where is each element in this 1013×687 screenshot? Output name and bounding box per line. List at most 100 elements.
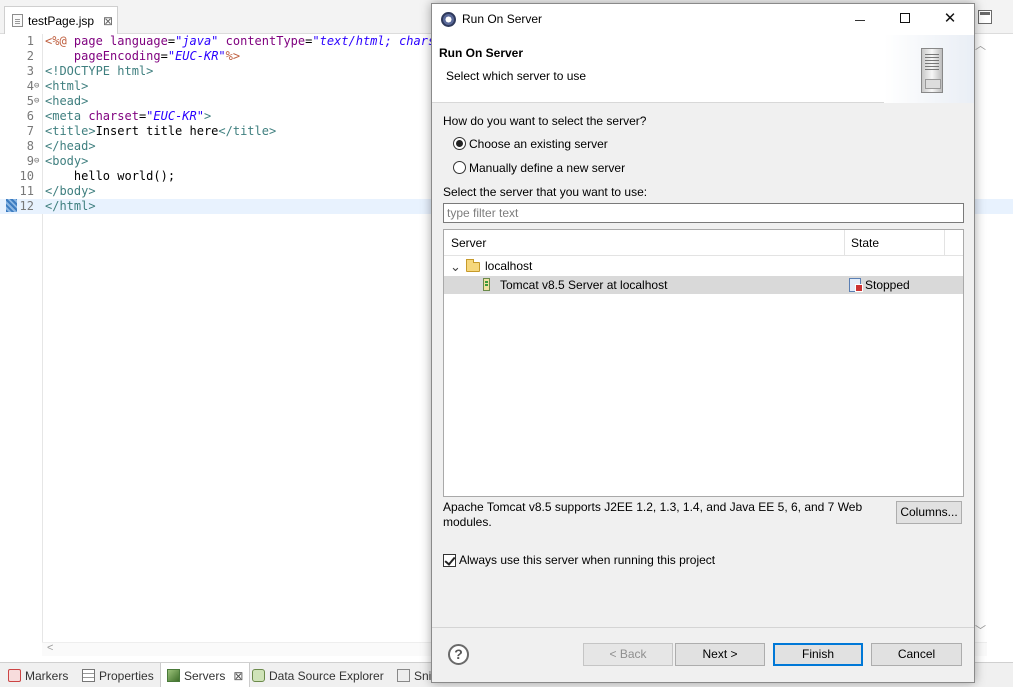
- eclipse-app-icon: [441, 12, 456, 27]
- tab-data-source-label: Data Source Explorer: [269, 668, 384, 683]
- markers-icon: [8, 669, 21, 682]
- tab-properties-label: Properties: [99, 668, 154, 683]
- code-token: </body>: [45, 184, 96, 198]
- fold-toggle-icon[interactable]: ⊖: [34, 154, 42, 169]
- current-line-marker-icon: [6, 199, 17, 212]
- fold-toggle-icon[interactable]: ⊖: [34, 94, 42, 109]
- database-icon: [252, 669, 265, 682]
- next-button[interactable]: Next >: [675, 643, 765, 666]
- tree-group-localhost[interactable]: ⌄ localhost: [444, 258, 963, 276]
- editor-tab-testpage[interactable]: testPage.jsp ⊠: [4, 6, 118, 34]
- chevron-down-icon[interactable]: ⌄: [450, 259, 461, 275]
- maximize-icon[interactable]: [978, 10, 992, 24]
- code-text: hello world();: [45, 169, 175, 184]
- tab-data-source-explorer[interactable]: Data Source Explorer: [252, 663, 384, 687]
- code-token: page: [73, 34, 111, 48]
- scroll-up-icon[interactable]: ︿: [975, 37, 986, 53]
- column-state-header[interactable]: State: [851, 236, 879, 250]
- code-token: <%@: [45, 34, 74, 48]
- server-table[interactable]: Server State ⌄ localhost Tomcat v8.5 Ser…: [443, 229, 964, 497]
- code-text: <html>: [45, 79, 88, 94]
- snippets-icon: [397, 669, 410, 682]
- code-token: </html>: [45, 199, 96, 213]
- scroll-down-icon[interactable]: ﹀: [975, 622, 986, 638]
- server-table-header: Server State: [444, 230, 963, 256]
- tomcat-server-icon: [483, 278, 490, 291]
- code-token: language: [110, 34, 168, 48]
- code-text: <body>: [45, 154, 88, 169]
- run-on-server-dialog: Run On Server ✕ Run On Server Select whi…: [431, 3, 975, 683]
- line-number: 8: [26, 139, 34, 153]
- maximize-window-icon[interactable]: [895, 10, 915, 28]
- column-divider[interactable]: [944, 230, 945, 255]
- folder-open-icon: [466, 259, 480, 272]
- line-number: 5: [26, 94, 34, 108]
- close-tab-icon[interactable]: ⊠: [103, 14, 113, 28]
- code-token: <title>: [45, 124, 96, 138]
- code-token: "EUC-KR": [167, 49, 226, 63]
- line-number: 6: [26, 109, 34, 123]
- code-text: </head>: [45, 139, 96, 154]
- code-token: =: [160, 49, 168, 63]
- server-state-cell: Stopped: [865, 278, 910, 292]
- radio-existing-label[interactable]: Choose an existing server: [469, 137, 608, 151]
- close-tab-icon[interactable]: ⊠: [233, 669, 243, 683]
- line-number: 11: [19, 184, 34, 198]
- code-text: <!DOCTYPE html>: [45, 64, 153, 79]
- minimize-icon[interactable]: [850, 10, 870, 28]
- finish-button[interactable]: Finish: [773, 643, 863, 666]
- selection-question: How do you want to select the server?: [443, 114, 647, 128]
- close-icon[interactable]: ✕: [940, 9, 960, 27]
- code-token: charset: [88, 109, 139, 123]
- line-number: 3: [26, 64, 34, 78]
- code-text: pageEncoding="EUC-KR"%>: [45, 49, 240, 64]
- line-number: 1: [26, 34, 34, 48]
- wizard-header: Run On Server Select which server to use: [432, 35, 974, 103]
- editor-tab-label: testPage.jsp: [28, 13, 95, 28]
- code-token: contentType: [225, 34, 306, 48]
- code-token: "EUC-KR": [146, 109, 204, 123]
- tab-servers[interactable]: Servers ⊠: [160, 663, 251, 687]
- radio-existing-icon[interactable]: [453, 137, 466, 150]
- line-number: 4: [26, 79, 34, 93]
- servers-icon: [167, 669, 180, 682]
- line-number: 10: [19, 169, 34, 183]
- line-number: 9: [26, 154, 34, 168]
- line-number: 2: [26, 49, 34, 63]
- radio-manual-icon[interactable]: [453, 161, 466, 174]
- filter-input[interactable]: [443, 203, 964, 223]
- always-use-label[interactable]: Always use this server when running this…: [459, 553, 715, 567]
- code-token: Insert title here: [95, 124, 219, 138]
- always-use-checkbox[interactable]: [443, 554, 456, 567]
- wizard-title: Run On Server: [439, 46, 524, 60]
- code-text: <head>: [45, 94, 88, 109]
- tab-markers-label: Markers: [25, 668, 69, 683]
- wizard-subtitle: Select which server to use: [446, 69, 587, 83]
- code-token: <head>: [45, 94, 89, 108]
- code-token: hello world();: [45, 169, 176, 183]
- properties-icon: [82, 669, 95, 682]
- column-divider[interactable]: [844, 230, 845, 255]
- code-token: <html>: [45, 79, 89, 93]
- radio-manual-label[interactable]: Manually define a new server: [469, 161, 625, 175]
- tab-markers[interactable]: Markers: [8, 663, 68, 687]
- jsp-file-icon: [12, 14, 23, 27]
- code-text: </body>: [45, 184, 96, 199]
- line-number: 7: [26, 124, 34, 138]
- code-text: </html>: [45, 199, 96, 214]
- code-text: <meta charset="EUC-KR">: [45, 109, 211, 124]
- tab-servers-label: Servers: [184, 668, 226, 683]
- fold-toggle-icon[interactable]: ⊖: [34, 79, 42, 94]
- footer-divider: [432, 627, 974, 628]
- help-icon[interactable]: ?: [448, 644, 469, 665]
- tab-properties[interactable]: Properties: [82, 663, 154, 687]
- table-row[interactable]: Tomcat v8.5 Server at localhost Stopped: [444, 276, 963, 294]
- group-label: localhost: [485, 259, 533, 273]
- cancel-button[interactable]: Cancel: [871, 643, 962, 666]
- scroll-left-icon[interactable]: <: [47, 642, 53, 654]
- columns-button[interactable]: Columns...: [896, 501, 962, 524]
- column-server-header[interactable]: Server: [451, 236, 486, 250]
- dialog-titlebar[interactable]: Run On Server ✕: [432, 4, 974, 35]
